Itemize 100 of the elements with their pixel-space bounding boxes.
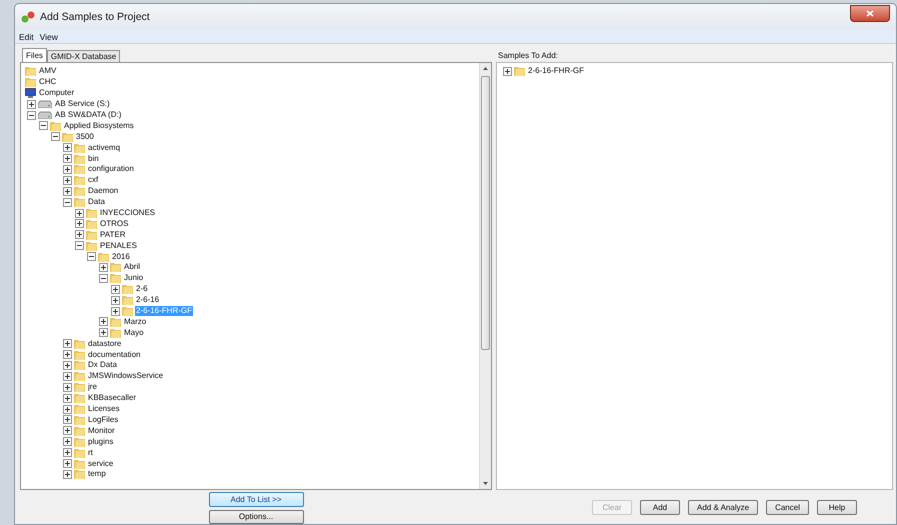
expand-icon[interactable] [63,394,72,403]
folder-icon [62,132,73,142]
folder-icon [74,197,85,208]
tree-item[interactable]: bin [87,154,100,164]
tab[interactable]: GMID-X Database [46,50,120,62]
expand-icon[interactable] [63,164,72,174]
tree-item[interactable]: CHC [38,77,58,88]
collapse-icon[interactable] [39,121,48,130]
expand-icon[interactable] [503,66,512,76]
folder-icon [74,154,85,164]
dialog-button[interactable]: Cancel [766,500,809,514]
expand-icon[interactable] [63,426,72,436]
collapse-icon[interactable] [63,198,72,207]
tree-item[interactable]: Monitor [87,426,116,436]
expand-icon[interactable] [75,208,84,218]
collapse-icon[interactable] [75,241,84,250]
expand-icon[interactable] [63,176,72,185]
tree-item[interactable]: rt [87,448,94,458]
expand-icon[interactable] [75,230,84,240]
dialog-button[interactable]: Options... [208,510,304,524]
folder-icon [74,164,85,174]
folder-icon [74,414,85,425]
expand-icon[interactable] [99,317,108,326]
expand-icon[interactable] [63,360,72,370]
scrollbar[interactable] [479,63,491,489]
expand-icon[interactable] [27,100,36,109]
expand-icon[interactable] [63,448,72,458]
tree-item[interactable]: Licenses [87,404,121,414]
expand-icon[interactable] [99,328,108,338]
scroll-thumb[interactable] [481,76,490,350]
tree-item[interactable]: 2-6 [135,284,149,294]
expand-icon[interactable] [111,306,120,316]
dialog-button[interactable]: Add To List >> [208,492,304,506]
dialog-button[interactable]: Add [640,500,680,514]
expand-icon[interactable] [63,143,72,152]
menu-item[interactable]: Edit [19,32,34,42]
tree-item[interactable]: OTROS [99,218,130,229]
expand-icon[interactable] [111,284,120,294]
expand-icon[interactable] [75,219,84,228]
expand-icon[interactable] [63,372,72,381]
tree-item[interactable]: AB Service (S:) [54,99,111,110]
tab[interactable]: Files [22,48,47,62]
tree-item[interactable]: activemq [87,142,122,153]
expand-icon[interactable] [63,154,72,164]
expand-icon[interactable] [99,262,108,272]
dialog-button[interactable]: Add & Analyze [688,500,758,514]
tree-item[interactable]: JMSWindowsService [87,371,164,382]
folder-icon [74,186,85,196]
folder-icon [74,371,85,382]
tree-item[interactable]: cxf [87,175,100,186]
tree-item[interactable]: configuration [87,164,135,174]
tree-item[interactable]: AMV [38,66,58,76]
menu-item[interactable]: View [40,32,58,42]
collapse-icon[interactable] [27,110,36,120]
expand-icon[interactable] [111,296,120,305]
tree-item[interactable]: datastore [87,338,122,349]
tree-item[interactable]: plugins [87,436,114,447]
tree-item[interactable]: Applied Biosystems [63,120,135,131]
collapse-icon[interactable] [51,132,60,142]
tree-item[interactable]: Mayo [123,328,145,338]
expand-icon[interactable] [63,470,72,479]
tree-item[interactable]: 2-6-16-FHR-GF [527,66,586,76]
folder-icon [110,316,121,327]
tree-item[interactable]: Daemon [87,186,120,196]
collapse-icon[interactable] [99,274,108,283]
tree-item[interactable]: 3500 [75,132,95,142]
tree-item[interactable]: Data [87,197,106,208]
tree-item[interactable]: Junio [123,273,144,284]
tree-item[interactable]: INYECCIONES [99,208,156,218]
expand-icon[interactable] [63,415,72,424]
tree-item[interactable]: 2-6-16 [135,295,160,306]
expand-icon[interactable] [63,350,72,360]
tree-item[interactable]: LogFiles [87,414,120,425]
tree-item[interactable]: PENALES [99,240,138,251]
expand-icon[interactable] [63,339,72,348]
tree-item[interactable]: PATER [99,230,126,240]
tree-item[interactable]: temp [87,469,107,480]
folder-icon [74,469,85,480]
tree-item[interactable]: Dx Data [87,360,118,370]
folder-icon [110,328,121,338]
expand-icon[interactable] [63,437,72,446]
tree-item[interactable]: Marzo [123,316,148,327]
collapse-icon[interactable] [87,252,96,262]
tree-item[interactable]: AB SW&DATA (D:) [54,110,122,120]
folder-icon [110,273,121,284]
expand-icon[interactable] [63,186,72,196]
expand-icon[interactable] [63,459,72,468]
tree-item[interactable]: Abril [123,262,142,272]
tree-item[interactable]: KBBasecaller [87,393,138,404]
tree-item[interactable]: service [87,458,114,468]
expand-icon[interactable] [63,382,72,392]
tree-item[interactable]: Computer [38,88,76,98]
folder-icon [122,284,133,294]
close-button[interactable] [850,4,890,22]
tree-item[interactable]: documentation [87,350,142,360]
folder-icon [74,175,85,186]
expand-icon[interactable] [63,404,72,414]
tree-item[interactable]: jre [87,382,98,392]
dialog-button[interactable]: Help [816,500,857,514]
tree-item[interactable]: 2016 [111,252,131,262]
